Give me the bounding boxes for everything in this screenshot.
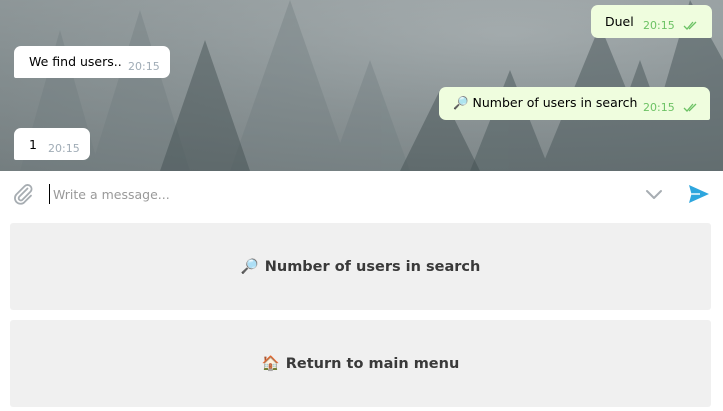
message-composer [0,171,723,217]
message-text: We find users.. [29,54,122,69]
message-time: 20:15 [643,19,675,32]
message-time: 20:15 [128,60,160,73]
double-check-icon [683,21,697,30]
reply-keyboard: 🔎 Number of users in search 🏠 Return to … [0,217,723,411]
magnifier-icon: 🔎 [240,259,259,275]
house-icon: 🏠 [261,356,280,372]
message-outgoing[interactable]: 🔎 Number of users in search 20:15 [439,87,710,120]
keyboard-button-number-of-users[interactable]: 🔎 Number of users in search [10,223,711,310]
chat-history[interactable]: Duel 20:15 We find users.. 20:15 🔎 Numbe… [0,0,723,171]
message-incoming[interactable]: 1 20:15 [14,128,90,160]
chevron-down-icon[interactable] [643,183,665,205]
send-icon[interactable] [687,182,711,206]
message-time: 20:15 [48,142,80,155]
paperclip-icon[interactable] [11,182,35,206]
double-check-icon [683,103,697,112]
message-text: Duel [605,14,634,29]
message-text: 1 [29,137,37,152]
message-time: 20:15 [643,101,675,114]
message-input[interactable] [49,184,613,204]
message-text: 🔎 Number of users in search [453,95,638,110]
keyboard-button-label: Return to main menu [285,355,460,372]
keyboard-button-label: Number of users in search [264,258,481,275]
message-incoming[interactable]: We find users.. 20:15 [14,46,170,78]
message-outgoing[interactable]: Duel 20:15 [591,5,712,38]
keyboard-button-main-menu[interactable]: 🏠 Return to main menu [10,320,711,407]
